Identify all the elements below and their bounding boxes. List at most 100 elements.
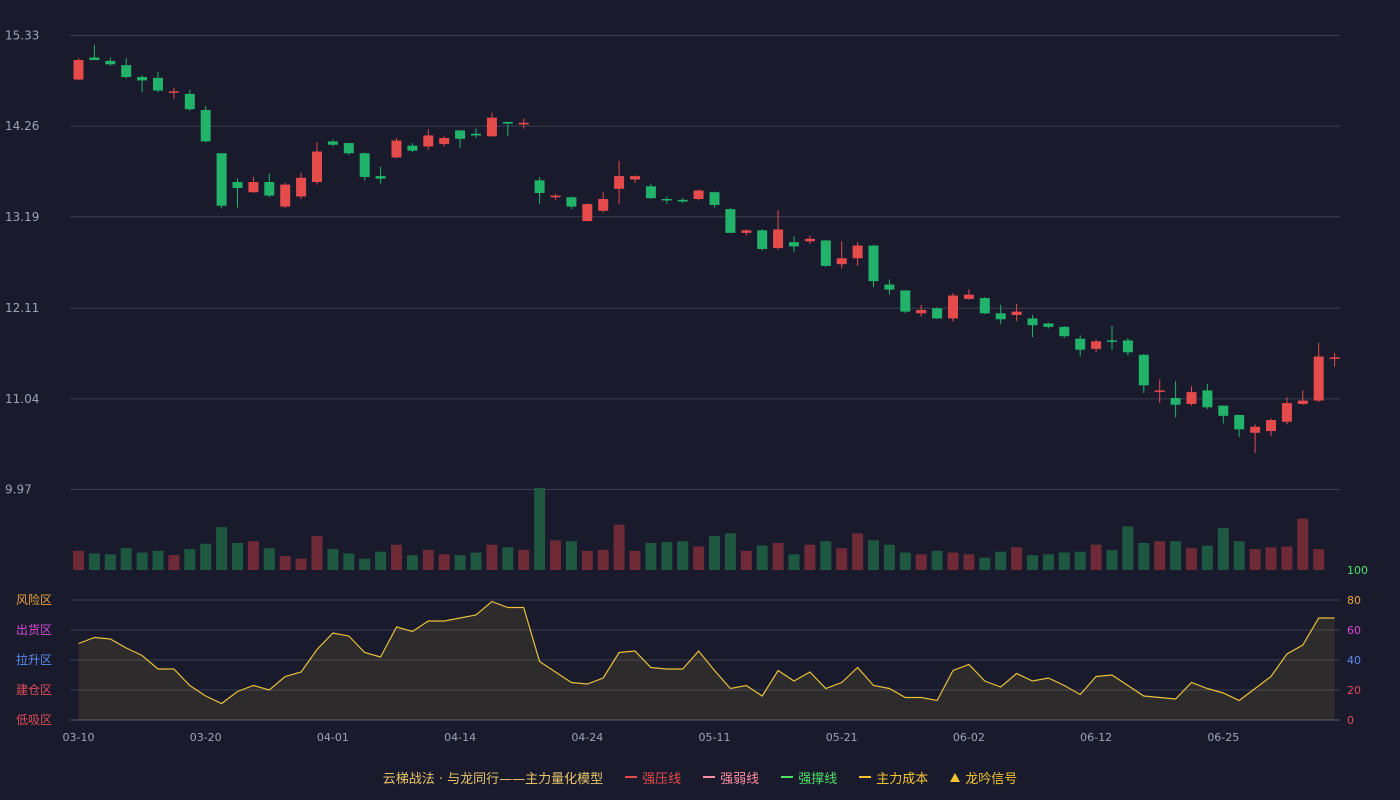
legend-item-strength-line[interactable]: 强弱线 bbox=[703, 768, 759, 787]
volume-bar bbox=[677, 541, 689, 570]
volume-bar bbox=[534, 488, 546, 570]
x-tick-label: 03-10 bbox=[63, 731, 95, 744]
candle-body bbox=[486, 117, 497, 137]
candle-body bbox=[836, 258, 847, 265]
triangle-icon bbox=[950, 772, 961, 782]
candle-body bbox=[391, 140, 402, 158]
candle-body bbox=[963, 294, 974, 299]
indicator-tick-label: 20 bbox=[1347, 684, 1361, 697]
candle-body bbox=[693, 190, 704, 199]
x-tick-label: 06-12 bbox=[1080, 731, 1112, 744]
legend-swatch-strong-pressure bbox=[625, 776, 638, 778]
legend-swatch-main-cost bbox=[859, 776, 872, 778]
indicator-tick-label: 40 bbox=[1347, 654, 1361, 667]
volume-bar bbox=[470, 552, 482, 570]
volume-bar bbox=[454, 555, 466, 570]
candle-body bbox=[200, 110, 211, 142]
candle-body bbox=[1011, 311, 1022, 316]
volume-bar bbox=[1074, 551, 1086, 570]
legend-title: 云梯战法 · 与龙同行——主力量化模型 bbox=[382, 771, 604, 787]
candle-body bbox=[1234, 414, 1245, 430]
candle-body bbox=[884, 284, 895, 290]
volume-bar bbox=[73, 550, 84, 570]
volume-bar bbox=[772, 542, 784, 570]
legend-item-main-cost[interactable]: 主力成本 bbox=[859, 768, 928, 787]
x-tick-label: 05-21 bbox=[826, 731, 858, 744]
legend-item-strong-support[interactable]: 强撑线 bbox=[781, 768, 837, 787]
zone-label: 出货区 bbox=[16, 622, 52, 637]
candle-body bbox=[661, 198, 672, 201]
legend-label-strong-support: 强撑线 bbox=[798, 771, 838, 787]
candle-body bbox=[375, 176, 386, 179]
volume-bar bbox=[359, 558, 371, 570]
volume-bar bbox=[597, 549, 609, 570]
volume-bar bbox=[709, 535, 720, 570]
candle-body bbox=[1043, 323, 1054, 327]
volume-bar bbox=[1217, 528, 1229, 570]
candle-body bbox=[248, 182, 259, 193]
candle-body bbox=[1154, 390, 1165, 392]
legend-item-strong-pressure[interactable]: 强压线 bbox=[625, 768, 681, 787]
volume-bar bbox=[724, 533, 736, 570]
volume-bar bbox=[486, 544, 498, 570]
volume-bar bbox=[438, 554, 450, 570]
candle-body bbox=[502, 121, 513, 124]
volume-bar bbox=[1313, 549, 1325, 570]
price-tick-label: 9.97 bbox=[5, 483, 32, 497]
volume-bar bbox=[279, 556, 291, 570]
volume-bar bbox=[1233, 541, 1245, 570]
candle-body bbox=[1202, 390, 1213, 408]
volume-bar bbox=[263, 548, 275, 570]
volume-bar bbox=[88, 553, 100, 570]
volume-bar bbox=[995, 551, 1007, 570]
candle-body bbox=[280, 184, 291, 207]
volume-bar bbox=[422, 549, 434, 570]
price-tick-label: 11.04 bbox=[5, 392, 39, 406]
legend-swatch-strong-support bbox=[781, 776, 794, 778]
volume-bar bbox=[1058, 552, 1070, 570]
candle-body bbox=[423, 135, 434, 147]
candle-body bbox=[725, 209, 736, 233]
candle-body bbox=[73, 60, 84, 80]
volume-bar bbox=[311, 535, 323, 570]
volume-bar bbox=[1090, 544, 1102, 570]
candlestick-chart: 15.33 14.26 13.19 12.11 11.04 9.97 0 20 40 60 80 10… bbox=[5, 29, 1368, 745]
x-tick-label: 05-11 bbox=[699, 731, 731, 744]
candle-body bbox=[932, 308, 943, 319]
candle-body bbox=[359, 153, 370, 177]
candle-body bbox=[137, 77, 148, 81]
candle-body bbox=[1313, 356, 1324, 401]
candle-body bbox=[296, 177, 307, 197]
candle-body bbox=[1122, 340, 1133, 353]
candle-body bbox=[407, 145, 418, 151]
volume-bar bbox=[979, 557, 991, 570]
candle-body bbox=[153, 77, 163, 91]
legend-label-main-cost: 主力成本 bbox=[876, 771, 929, 787]
candle-body bbox=[1281, 403, 1292, 422]
volume-bar bbox=[836, 548, 848, 570]
x-tick-label: 06-25 bbox=[1207, 731, 1239, 744]
candle-body bbox=[1027, 318, 1038, 326]
candle-body bbox=[216, 153, 227, 206]
volume-bar bbox=[184, 549, 196, 570]
chart-legend: 云梯战法 · 与龙同行——主力量化模型 强压线 强弱线 强撑线 主力成本 龙吟信… bbox=[0, 765, 1400, 789]
candle-body bbox=[1107, 340, 1117, 342]
x-tick-label: 06-02 bbox=[953, 731, 985, 744]
candle-body bbox=[232, 182, 243, 188]
indicator-tick-label: 80 bbox=[1347, 594, 1361, 607]
volume-bar bbox=[1027, 555, 1038, 570]
volume-bar bbox=[247, 541, 259, 570]
candle-body bbox=[773, 229, 784, 249]
candle-body bbox=[1059, 326, 1070, 337]
volume-bar bbox=[931, 550, 943, 570]
candle-body bbox=[598, 198, 609, 211]
legend-item-dragon-signal[interactable]: 龙吟信号 bbox=[950, 768, 1017, 787]
candle-body bbox=[312, 151, 322, 183]
indicator-tick-label: 100 bbox=[1347, 564, 1368, 577]
volume-bar bbox=[565, 541, 577, 570]
candle-body bbox=[327, 141, 338, 145]
volume-bar bbox=[200, 543, 212, 570]
volume-bar bbox=[740, 550, 752, 570]
volume-bar bbox=[1201, 545, 1213, 570]
volume-bar bbox=[1042, 554, 1054, 570]
